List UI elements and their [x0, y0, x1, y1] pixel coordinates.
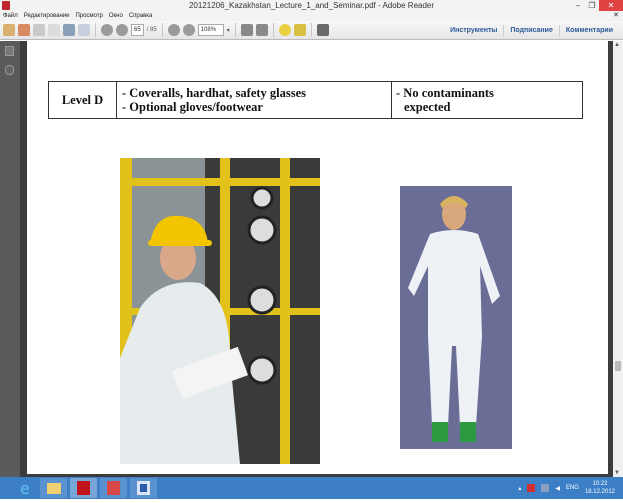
zoom-input[interactable]: 108% — [197, 24, 224, 36]
menu-file[interactable]: Файл — [3, 11, 18, 21]
title-bar: 20121206_Kazakhstan_Lecture_1_and_Semina… — [0, 0, 623, 11]
coverall-photo — [400, 186, 512, 449]
fit-width-icon[interactable] — [240, 24, 253, 36]
taskbar: e ▴ ◀ ENG 10:22 18.12.2012 — [0, 477, 623, 499]
equipment-line: - Optional gloves/footwear — [122, 100, 263, 114]
equipment-line: - Coveralls, hardhat, safety glasses — [122, 86, 307, 100]
menu-window[interactable]: Окно — [109, 11, 123, 21]
volume-icon[interactable]: ◀ — [555, 485, 560, 492]
adobe-reader-icon — [2, 1, 10, 10]
separator — [95, 23, 96, 37]
system-tray: ▴ ◀ ENG 10:22 18.12.2012 — [518, 477, 615, 499]
open-icon[interactable] — [18, 24, 30, 36]
scrollbar-thumb[interactable] — [615, 361, 621, 371]
fit-page-icon[interactable] — [255, 24, 268, 36]
menu-view[interactable]: Просмотр — [75, 11, 102, 21]
edit-icon[interactable] — [33, 24, 45, 36]
panel-divider — [20, 41, 27, 477]
scroll-down-icon[interactable]: ▼ — [614, 470, 620, 476]
minimize-button[interactable]: – — [571, 0, 585, 11]
file-explorer-icon[interactable] — [40, 478, 67, 498]
menu-help[interactable]: Справка — [129, 11, 153, 21]
notes-line: expected — [404, 100, 451, 114]
tab-tools[interactable]: Инструменты — [444, 25, 503, 37]
separator — [272, 23, 274, 37]
page-total: / 85 — [146, 27, 157, 33]
tab-sign[interactable]: Подписание — [503, 24, 559, 37]
page-number-input[interactable]: 65 — [131, 24, 144, 36]
close-button[interactable]: ✕ — [599, 0, 623, 11]
level-cell: Level D — [48, 81, 117, 119]
previous-page-icon[interactable] — [101, 24, 113, 36]
menu-edit[interactable]: Редактирование — [24, 11, 70, 21]
zoom-out-icon[interactable] — [167, 24, 180, 36]
separator — [161, 23, 163, 37]
word-taskbar-icon[interactable] — [130, 478, 157, 498]
print-icon[interactable] — [63, 24, 75, 36]
window-title: 20121206_Kazakhstan_Lecture_1_and_Semina… — [188, 1, 435, 10]
clock-time: 10:22 — [592, 481, 608, 487]
comment-icon[interactable] — [278, 24, 291, 36]
fullscreen-icon[interactable] — [316, 24, 329, 36]
vertical-scrollbar[interactable]: ▲ ▼ — [613, 41, 623, 477]
attachments-icon[interactable] — [5, 65, 14, 75]
equipment-cell: - Coveralls, hardhat, safety glasses - O… — [116, 81, 392, 119]
network-icon[interactable] — [541, 484, 550, 492]
pages-icon[interactable] — [5, 46, 14, 56]
notes-line: - No contaminants — [396, 86, 494, 100]
next-page-icon[interactable] — [116, 24, 128, 36]
language-indicator[interactable]: ENG — [566, 485, 579, 491]
clock[interactable]: 10:22 18.12.2012 — [585, 480, 615, 496]
svg-text:e: e — [20, 479, 30, 498]
show-hidden-icons[interactable]: ▴ — [518, 485, 521, 492]
close-document-button[interactable]: ✕ — [613, 11, 619, 21]
toolbar: 65 / 85 108% ▾ Инструменты Подписание Ко… — [0, 21, 623, 40]
separator — [234, 23, 236, 37]
powerpoint-taskbar-icon[interactable] — [100, 478, 127, 498]
navigation-panel — [0, 41, 20, 477]
save-icon[interactable] — [48, 24, 60, 36]
notes-cell: - No contaminants expected — [391, 81, 583, 119]
internet-explorer-icon[interactable]: e — [12, 478, 39, 498]
scroll-up-icon[interactable]: ▲ — [614, 42, 620, 48]
create-pdf-icon[interactable] — [3, 24, 15, 36]
tab-comments[interactable]: Комментарии — [558, 24, 619, 37]
email-icon[interactable] — [78, 24, 90, 36]
clock-date: 18.12.2012 — [584, 489, 615, 495]
action-center-icon[interactable] — [527, 484, 536, 492]
zoom-dropdown-arrow[interactable]: ▾ — [227, 27, 230, 34]
table-row: Level D - Coveralls, hardhat, safety gla… — [48, 81, 583, 119]
maximize-button[interactable]: ❐ — [585, 0, 599, 11]
menu-bar: Файл Редактирование Просмотр Окно Справк… — [0, 11, 623, 21]
adobe-reader-taskbar-icon[interactable] — [70, 478, 97, 498]
worker-photo — [120, 158, 320, 464]
highlight-icon[interactable] — [293, 24, 306, 36]
protection-level-table: Level D - Coveralls, hardhat, safety gla… — [48, 81, 583, 119]
zoom-in-icon[interactable] — [182, 24, 195, 36]
separator — [310, 23, 312, 37]
